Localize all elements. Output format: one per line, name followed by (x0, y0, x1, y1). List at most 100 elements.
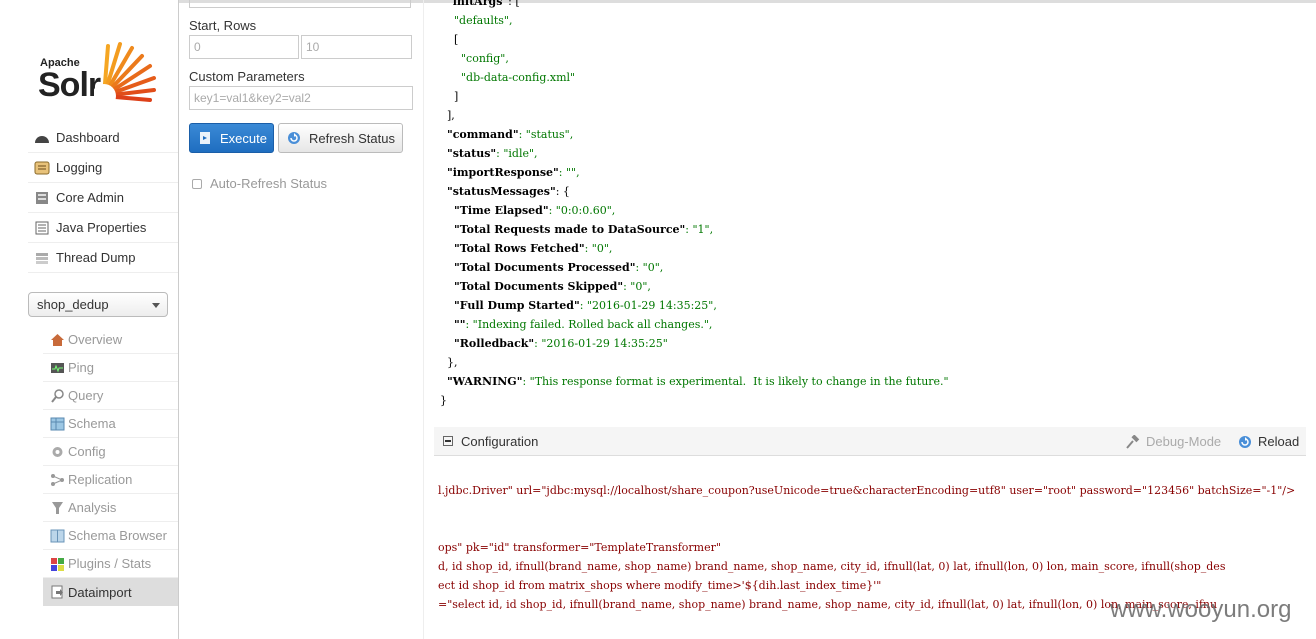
response-key: "Total Documents Processed" (454, 261, 636, 274)
refresh-status-button[interactable]: Refresh Status (278, 123, 403, 153)
response-value: } (440, 394, 447, 407)
response-line: "status": "idle", (440, 144, 1310, 163)
response-line: "initArgs": [ (440, 0, 1310, 11)
java-properties-icon (34, 221, 50, 235)
response-value: "defaults", (454, 14, 513, 27)
response-line: ] (440, 87, 1310, 106)
core-menu-dataimport[interactable]: Dataimport (43, 578, 178, 606)
auto-refresh-checkbox[interactable] (192, 178, 202, 189)
main-menu: Dashboard Logging Core Admin Java Proper… (28, 123, 178, 273)
logging-icon (34, 161, 50, 175)
response-line: [ (440, 30, 1310, 49)
nav-java-properties[interactable]: Java Properties (28, 213, 178, 243)
gear-icon (50, 445, 65, 459)
response-key: "statusMessages" (447, 185, 556, 198)
nav-core-admin[interactable]: Core Admin (28, 183, 178, 213)
core-menu-config[interactable]: Config (43, 438, 178, 466)
nav-thread-dump[interactable]: Thread Dump (28, 243, 178, 273)
thread-dump-icon (34, 251, 50, 265)
response-line: "Full Dump Started": "2016-01-29 14:35:2… (440, 296, 1310, 315)
nav-logging[interactable]: Logging (28, 153, 178, 183)
core-menu-overview[interactable]: Overview (43, 326, 178, 354)
configuration-header: Configuration Debug-Mode Reload (434, 427, 1306, 456)
nav-label: Logging (56, 160, 103, 175)
reload-button[interactable]: Reload (1238, 434, 1299, 449)
config-line: ops" pk="id" transformer="TemplateTransf… (438, 541, 721, 554)
rows-input[interactable]: 10 (301, 35, 412, 59)
book-icon (50, 529, 65, 543)
nav-label: Dashboard (56, 130, 120, 145)
core-menu-replication[interactable]: Replication (43, 466, 178, 494)
response-value: : { (555, 185, 570, 198)
core-menu-analysis[interactable]: Analysis (43, 494, 178, 522)
start-input[interactable]: 0 (189, 35, 299, 59)
home-icon (50, 333, 65, 347)
response-value: : "2016-01-29 14:35:25", (579, 299, 717, 312)
response-line: "defaults", (440, 11, 1310, 30)
response-line: "WARNING": "This response format is expe… (440, 372, 1310, 391)
response-line: "importResponse": "", (440, 163, 1310, 182)
reload-label: Reload (1258, 434, 1300, 449)
response-key: "Full Dump Started" (454, 299, 580, 312)
left-navigation: Apache Solr Dashboard Logging Core Admin… (0, 0, 179, 639)
start-rows-label: Start, Rows (189, 18, 257, 33)
core-menu-label: Analysis (68, 500, 117, 515)
response-key: "WARNING" (447, 375, 523, 388)
response-value: : "0", (584, 242, 613, 255)
auto-refresh-toggle[interactable]: Auto-Refresh Status (192, 176, 327, 191)
dataimport-icon (50, 585, 65, 599)
response-value: : "0", (623, 280, 651, 293)
execute-icon (198, 131, 212, 145)
response-line: "": "Indexing failed. Rolled back all ch… (440, 315, 1310, 334)
core-menu-label: Overview (68, 332, 123, 347)
config-line: d, id shop_id, ifnull(brand_name, shop_n… (438, 560, 1226, 573)
response-value: : "2016-01-29 14:35:25" (534, 337, 668, 350)
core-menu-query[interactable]: Query (43, 382, 178, 410)
nav-label: Core Admin (56, 190, 124, 205)
response-key: "status" (447, 147, 497, 160)
debug-mode-button[interactable]: Debug-Mode (1126, 433, 1222, 449)
core-menu-label: Config (68, 444, 106, 459)
chevron-down-icon (152, 303, 160, 308)
response-line: "Total Documents Processed": "0", (440, 258, 1310, 277)
nav-label: Thread Dump (56, 250, 136, 265)
response-line: ], (440, 106, 1310, 125)
response-value: : [ (508, 0, 520, 8)
response-value: : "0", (635, 261, 664, 274)
response-value: "config", (460, 52, 509, 65)
response-line: }, (440, 353, 1310, 372)
response-line: "statusMessages": { (440, 182, 1310, 201)
status-response: "initArgs": [ "defaults", [ "config", "d… (440, 0, 1310, 410)
magnifier-icon (50, 388, 65, 403)
replication-icon (50, 473, 65, 487)
core-menu-ping[interactable]: Ping (43, 354, 178, 382)
solr-sun-icon (94, 42, 156, 104)
config-line: ect id shop_id from matrix_shops where m… (438, 579, 882, 592)
custom-params-input[interactable]: key1=val1&key2=val2 (189, 86, 413, 110)
core-menu-schema-browser[interactable]: Schema Browser (43, 522, 178, 550)
response-value: "db-data-config.xml" (460, 71, 576, 84)
schema-icon (50, 417, 65, 431)
collapse-icon[interactable] (443, 436, 453, 446)
core-menu-plugins-stats[interactable]: Plugins / Stats (43, 550, 178, 578)
config-line: l.jdbc.Driver" url="jdbc:mysql://localho… (438, 484, 1296, 497)
response-key: "Total Documents Skipped" (454, 280, 624, 293)
core-menu-label: Query (68, 388, 104, 403)
response-value: : "0:0:0.60", (548, 204, 616, 217)
core-selector[interactable]: shop_dedup (28, 292, 168, 317)
execute-button[interactable]: Execute (189, 123, 274, 153)
response-value: : "", (558, 166, 580, 179)
execute-label: Execute (220, 130, 267, 146)
reload-icon (1238, 435, 1252, 449)
auto-refresh-label: Auto-Refresh Status (210, 176, 328, 191)
response-line: "Total Rows Fetched": "0", (440, 239, 1310, 258)
logo-solr-text: Solr (38, 66, 101, 104)
nav-dashboard[interactable]: Dashboard (28, 123, 178, 153)
debug-mode-label: Debug-Mode (1146, 434, 1222, 449)
core-menu-label: Plugins / Stats (68, 556, 152, 571)
solr-logo[interactable]: Apache Solr (38, 40, 160, 106)
core-menu-schema[interactable]: Schema (43, 410, 178, 438)
response-value: : "idle", (496, 147, 538, 160)
truncated-field[interactable] (189, 0, 411, 8)
response-value: : "status", (518, 128, 574, 141)
